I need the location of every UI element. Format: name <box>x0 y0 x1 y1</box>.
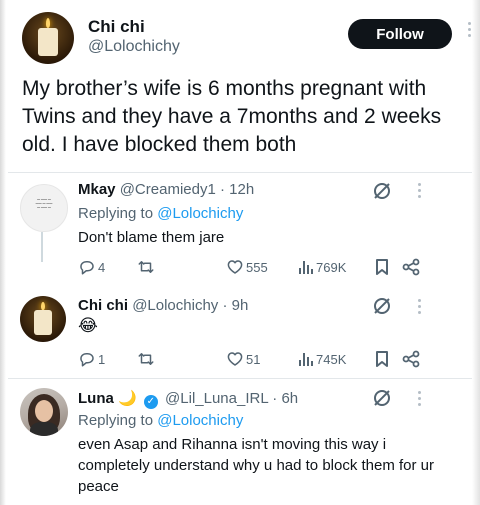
reply-icon <box>80 261 94 275</box>
share-button[interactable] <box>402 257 420 277</box>
mention-link[interactable]: @Lolochichy <box>157 412 243 429</box>
author-name[interactable]: Chi chi <box>88 17 145 37</box>
views-icon <box>299 353 313 366</box>
like-count: 555 <box>246 259 268 275</box>
replying-to: Replying to @Lolochichy <box>78 412 243 429</box>
candle-flame <box>45 18 51 28</box>
replying-prefix: Replying to <box>78 412 154 429</box>
retweet-button[interactable] <box>136 349 156 369</box>
more-icon[interactable] <box>418 299 422 317</box>
retweet-icon <box>138 353 154 365</box>
divider <box>8 378 472 379</box>
left-edge-shadow <box>0 0 6 505</box>
mention-link[interactable]: @Lolochichy <box>157 205 243 222</box>
reply-button[interactable]: 1 <box>78 349 105 369</box>
reply-emoji: 😂 <box>78 316 98 335</box>
reply-author-name[interactable]: Luna <box>78 390 114 407</box>
reply-actions: 4 555 769K <box>78 257 430 277</box>
divider <box>8 172 472 173</box>
avatar[interactable] <box>20 296 66 342</box>
grok-icon[interactable] <box>372 296 392 316</box>
reply-time[interactable]: · 6h <box>272 390 298 407</box>
author-avatar[interactable] <box>22 12 74 64</box>
retweet-button[interactable] <box>136 257 156 277</box>
more-icon[interactable] <box>418 183 422 201</box>
candle-image <box>37 27 59 57</box>
reply-header: Luna 🌙 ✓ @Lil_Luna_IRL · 6h <box>78 389 298 409</box>
bookmark-button[interactable] <box>374 349 390 369</box>
bookmark-button[interactable] <box>374 257 390 277</box>
follow-button[interactable]: Follow <box>348 19 452 49</box>
reply-count: 4 <box>98 259 106 275</box>
reply-author-handle[interactable]: @Lil_Luna_IRL <box>165 390 268 407</box>
reply-count: 1 <box>98 351 106 367</box>
like-count: 51 <box>246 351 261 367</box>
avatar[interactable] <box>20 388 68 436</box>
author-handle[interactable]: @Lolochichy <box>88 38 180 56</box>
reply-actions: 1 51 745K <box>78 349 430 369</box>
reply-time[interactable]: · 9h <box>222 297 248 314</box>
like-button[interactable]: 555 <box>226 257 268 277</box>
like-button[interactable]: 51 <box>226 349 260 369</box>
avatar-face <box>35 400 53 422</box>
views-icon <box>299 261 313 274</box>
reply-header: Chi chi @Lolochichy · 9h <box>78 297 248 314</box>
reply-button[interactable]: 4 <box>78 257 105 277</box>
reply-author-name[interactable]: Mkay <box>78 181 116 198</box>
name-emoji: 🌙 <box>118 390 137 407</box>
bookmark-icon <box>376 259 388 275</box>
replying-prefix: Replying to <box>78 205 154 222</box>
share-button[interactable] <box>402 349 420 369</box>
share-icon <box>402 258 420 276</box>
views-button[interactable]: 745K <box>298 349 346 369</box>
reply-author-handle[interactable]: @Lolochichy <box>132 297 218 314</box>
reply-author-name[interactable]: Chi chi <box>78 297 128 314</box>
bookmark-icon <box>376 351 388 367</box>
reply-header: Mkay @Creamiedy1 · 12h <box>78 181 254 198</box>
more-icon[interactable] <box>418 391 422 409</box>
avatar-body <box>30 422 58 436</box>
grok-icon[interactable] <box>372 181 392 201</box>
tweet-text: My brother’s wife is 6 months pregnant w… <box>22 77 442 156</box>
views-count: 769K <box>316 259 347 275</box>
right-edge-shadow <box>472 0 480 505</box>
replying-to: Replying to @Lolochichy <box>78 205 243 222</box>
reply-text: even Asap and Rihanna isn't moving this … <box>78 436 435 495</box>
avatar-image-text: ▬ ▬▬ ▬ ▬▬ ▬ ▬▬ ▬ ▬▬ ▬ <box>35 197 53 209</box>
views-button[interactable]: 769K <box>298 257 346 277</box>
reply-author-handle[interactable]: @Creamiedy1 <box>120 181 216 198</box>
views-count: 745K <box>316 351 347 367</box>
candle-flame <box>41 301 45 310</box>
heart-icon <box>227 260 243 274</box>
more-icon[interactable] <box>468 22 472 40</box>
share-icon <box>402 350 420 368</box>
reply-time[interactable]: · 12h <box>220 181 254 198</box>
retweet-icon <box>138 261 154 273</box>
reply-text: Don't blame them jare <box>78 229 225 246</box>
candle-image <box>33 309 53 336</box>
avatar[interactable]: ▬ ▬▬ ▬ ▬▬ ▬ ▬▬ ▬ ▬▬ ▬ <box>20 184 68 232</box>
reply-icon <box>80 353 94 367</box>
verified-badge-icon: ✓ <box>143 395 158 409</box>
heart-icon <box>227 352 243 366</box>
thread-line <box>41 232 43 262</box>
grok-icon[interactable] <box>372 388 392 408</box>
